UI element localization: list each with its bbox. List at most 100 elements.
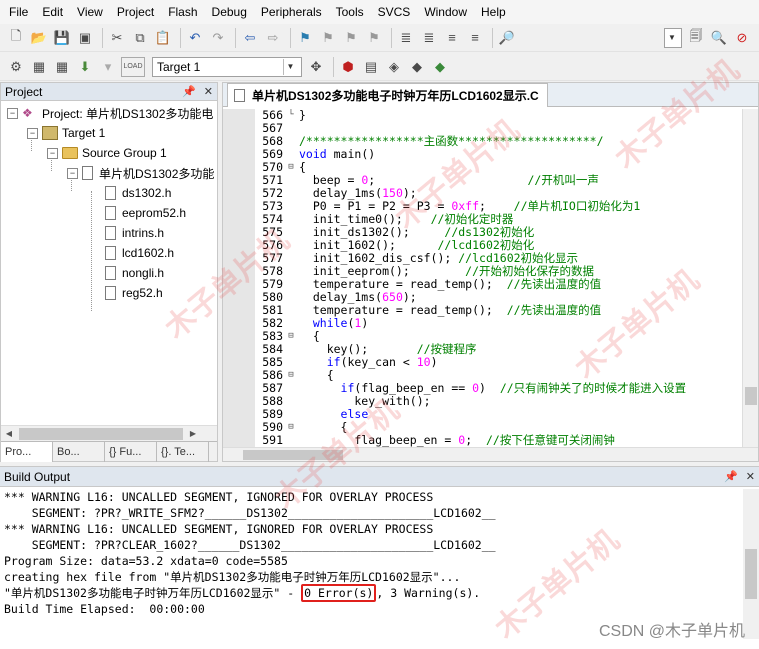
cut-icon[interactable]: ✂ — [107, 28, 127, 48]
debug-stop-icon[interactable]: ⊘ — [732, 28, 752, 48]
undo-icon[interactable]: ↶ — [185, 28, 205, 48]
collapse-icon[interactable]: − — [27, 127, 38, 139]
collapse-icon[interactable]: − — [7, 107, 18, 119]
fold-marker[interactable]: ⊟ — [285, 161, 297, 174]
fold-marker[interactable]: ⊟ — [285, 330, 297, 343]
menu-flash[interactable]: Flash — [161, 0, 204, 24]
menu-peripherals[interactable]: Peripherals — [254, 0, 329, 24]
target-select[interactable]: Target 1 ▼ — [152, 56, 302, 77]
find-in-files-icon[interactable]: 🔎 — [497, 28, 517, 48]
tab-functions[interactable]: {} Fu... — [105, 442, 157, 462]
scrollbar-thumb[interactable] — [243, 450, 343, 460]
menu-project[interactable]: Project — [110, 0, 161, 24]
code-line[interactable]: while(1) — [299, 317, 739, 330]
fold-marker — [285, 187, 297, 200]
menu-svcs[interactable]: SVCS — [371, 0, 418, 24]
code-line[interactable]: if(key_can < 10) — [299, 356, 739, 369]
menu-window[interactable]: Window — [417, 0, 474, 24]
translate-icon[interactable]: ⚙ — [6, 57, 26, 77]
code-editor: 单片机DS1302多功能电子时钟万年历LCD1602显示.C 566 567 568… — [222, 82, 759, 462]
batch-build-icon[interactable]: ⬇ — [75, 57, 95, 77]
bookmark-icon[interactable]: ⚑ — [295, 28, 315, 48]
find-icon[interactable]: 🔍 — [709, 28, 729, 48]
build-result-line: "单片机DS1302多功能电子时钟万年历LCD1602显示" - 0 Error… — [4, 584, 740, 602]
indent-icon[interactable]: ≣ — [396, 28, 416, 48]
tree-item-project[interactable]: − ❖ Project: 单片机DS1302多功能电 — [7, 103, 213, 123]
menu-edit[interactable]: Edit — [35, 0, 70, 24]
editor-vscrollbar[interactable] — [742, 109, 758, 449]
tree-item-target[interactable]: − Target 1 — [27, 123, 105, 143]
menu-help[interactable]: Help — [474, 0, 513, 24]
tree-item-file[interactable]: ds1302.h — [105, 183, 171, 203]
editor-hscrollbar[interactable] — [223, 447, 758, 461]
build-icon[interactable]: ▦ — [29, 57, 49, 77]
paste-icon[interactable]: 📋 — [153, 28, 173, 48]
pack-installer-icon[interactable]: ◈ — [384, 57, 404, 77]
copy-icon[interactable]: ⧉ — [130, 28, 150, 48]
build-line: Program Size: data=53.2 xdata=0 code=558… — [4, 554, 288, 568]
build-vscrollbar[interactable] — [743, 489, 759, 639]
nav-forward-icon[interactable]: ⇨ — [263, 28, 283, 48]
new-file-icon[interactable]: 🗋 — [6, 28, 26, 48]
rebuild-icon[interactable]: ▦ — [52, 57, 72, 77]
menu-debug[interactable]: Debug — [205, 0, 254, 24]
tree-item-label: intrins.h — [122, 226, 165, 240]
save-all-icon[interactable]: ▣ — [75, 28, 95, 48]
code-area[interactable]: 566 567 568 569 570 571 572 573 574 575 576 577 578 5… — [223, 109, 758, 449]
tree-item-file[interactable]: eeprom52.h — [105, 203, 186, 223]
tree-item-file[interactable]: intrins.h — [105, 223, 164, 243]
fold-marker[interactable]: ⊟ — [285, 421, 297, 434]
scrollbar-thumb[interactable] — [745, 387, 757, 405]
code-line[interactable]: else — [299, 408, 739, 421]
bookmark-prev-icon[interactable]: ⚑ — [318, 28, 338, 48]
code-line[interactable]: } — [299, 109, 739, 122]
redo-icon[interactable]: ↷ — [208, 28, 228, 48]
nav-back-icon[interactable]: ⇦ — [240, 28, 260, 48]
source-code[interactable]: }/*****************主函数******************… — [299, 109, 739, 449]
editor-tab-main-c[interactable]: 单片机DS1302多功能电子时钟万年历LCD1602显示.C — [227, 83, 548, 107]
collapse-icon[interactable]: − — [67, 167, 78, 179]
target-options-icon[interactable]: ✥ — [306, 57, 326, 77]
scrollbar-thumb[interactable] — [19, 427, 183, 440]
unindent-icon[interactable]: ≣ — [419, 28, 439, 48]
fold-marker — [285, 408, 297, 421]
close-icon[interactable]: ✕ — [746, 470, 755, 483]
bookmark-next-icon[interactable]: ⚑ — [341, 28, 361, 48]
run-time-env-icon[interactable]: ◆ — [430, 57, 450, 77]
toolbar-separator — [102, 27, 103, 48]
bookmark-clear-icon[interactable]: ⚑ — [364, 28, 384, 48]
project-hscrollbar[interactable]: ◀ ▶ — [1, 425, 217, 441]
scrollbar-thumb[interactable] — [745, 549, 757, 599]
menu-view[interactable]: View — [70, 0, 110, 24]
pin-icon[interactable]: 📌 — [724, 470, 738, 483]
open-icon[interactable]: 📂 — [29, 28, 49, 48]
uncomment-icon[interactable]: ≡ — [465, 28, 485, 48]
fold-marker[interactable]: └ — [285, 109, 297, 122]
pin-icon[interactable]: 📌 — [182, 85, 196, 98]
tab-project[interactable]: Pro... — [1, 442, 53, 462]
stop-build-icon[interactable]: ▾ — [98, 57, 118, 77]
tab-books[interactable]: Bo... — [53, 442, 105, 462]
books-icon[interactable]: ▤ — [361, 57, 381, 77]
close-icon[interactable]: ✕ — [204, 85, 213, 98]
menu-tools[interactable]: Tools — [329, 0, 371, 24]
save-icon[interactable]: 💾 — [52, 28, 72, 48]
tree-item-file[interactable]: lcd1602.h — [105, 243, 174, 263]
fold-marker[interactable]: ⊟ — [285, 369, 297, 382]
incremental-find-icon[interactable]: 🗐 — [686, 28, 706, 48]
scroll-right-icon[interactable]: ▶ — [185, 426, 201, 442]
tree-item-file[interactable]: nongli.h — [105, 263, 164, 283]
comment-icon[interactable]: ≡ — [442, 28, 462, 48]
tab-templates[interactable]: {}. Te... — [157, 442, 209, 462]
tree-item-main-file[interactable]: − 单片机DS1302多功能 — [67, 163, 214, 183]
scroll-left-icon[interactable]: ◀ — [1, 426, 17, 442]
find-combo[interactable]: ▼ — [664, 27, 682, 48]
menu-file[interactable]: File — [2, 0, 35, 24]
load-icon[interactable]: LOAD — [121, 56, 145, 77]
select-software-packs-icon[interactable]: ◆ — [407, 57, 427, 77]
tree-item-file[interactable]: reg52.h — [105, 283, 163, 303]
collapse-icon[interactable]: − — [47, 147, 58, 159]
manage-components-icon[interactable]: ⬢ — [338, 57, 358, 77]
tree-item-source-group[interactable]: − Source Group 1 — [47, 143, 167, 163]
code-line[interactable]: void main() — [299, 148, 739, 161]
